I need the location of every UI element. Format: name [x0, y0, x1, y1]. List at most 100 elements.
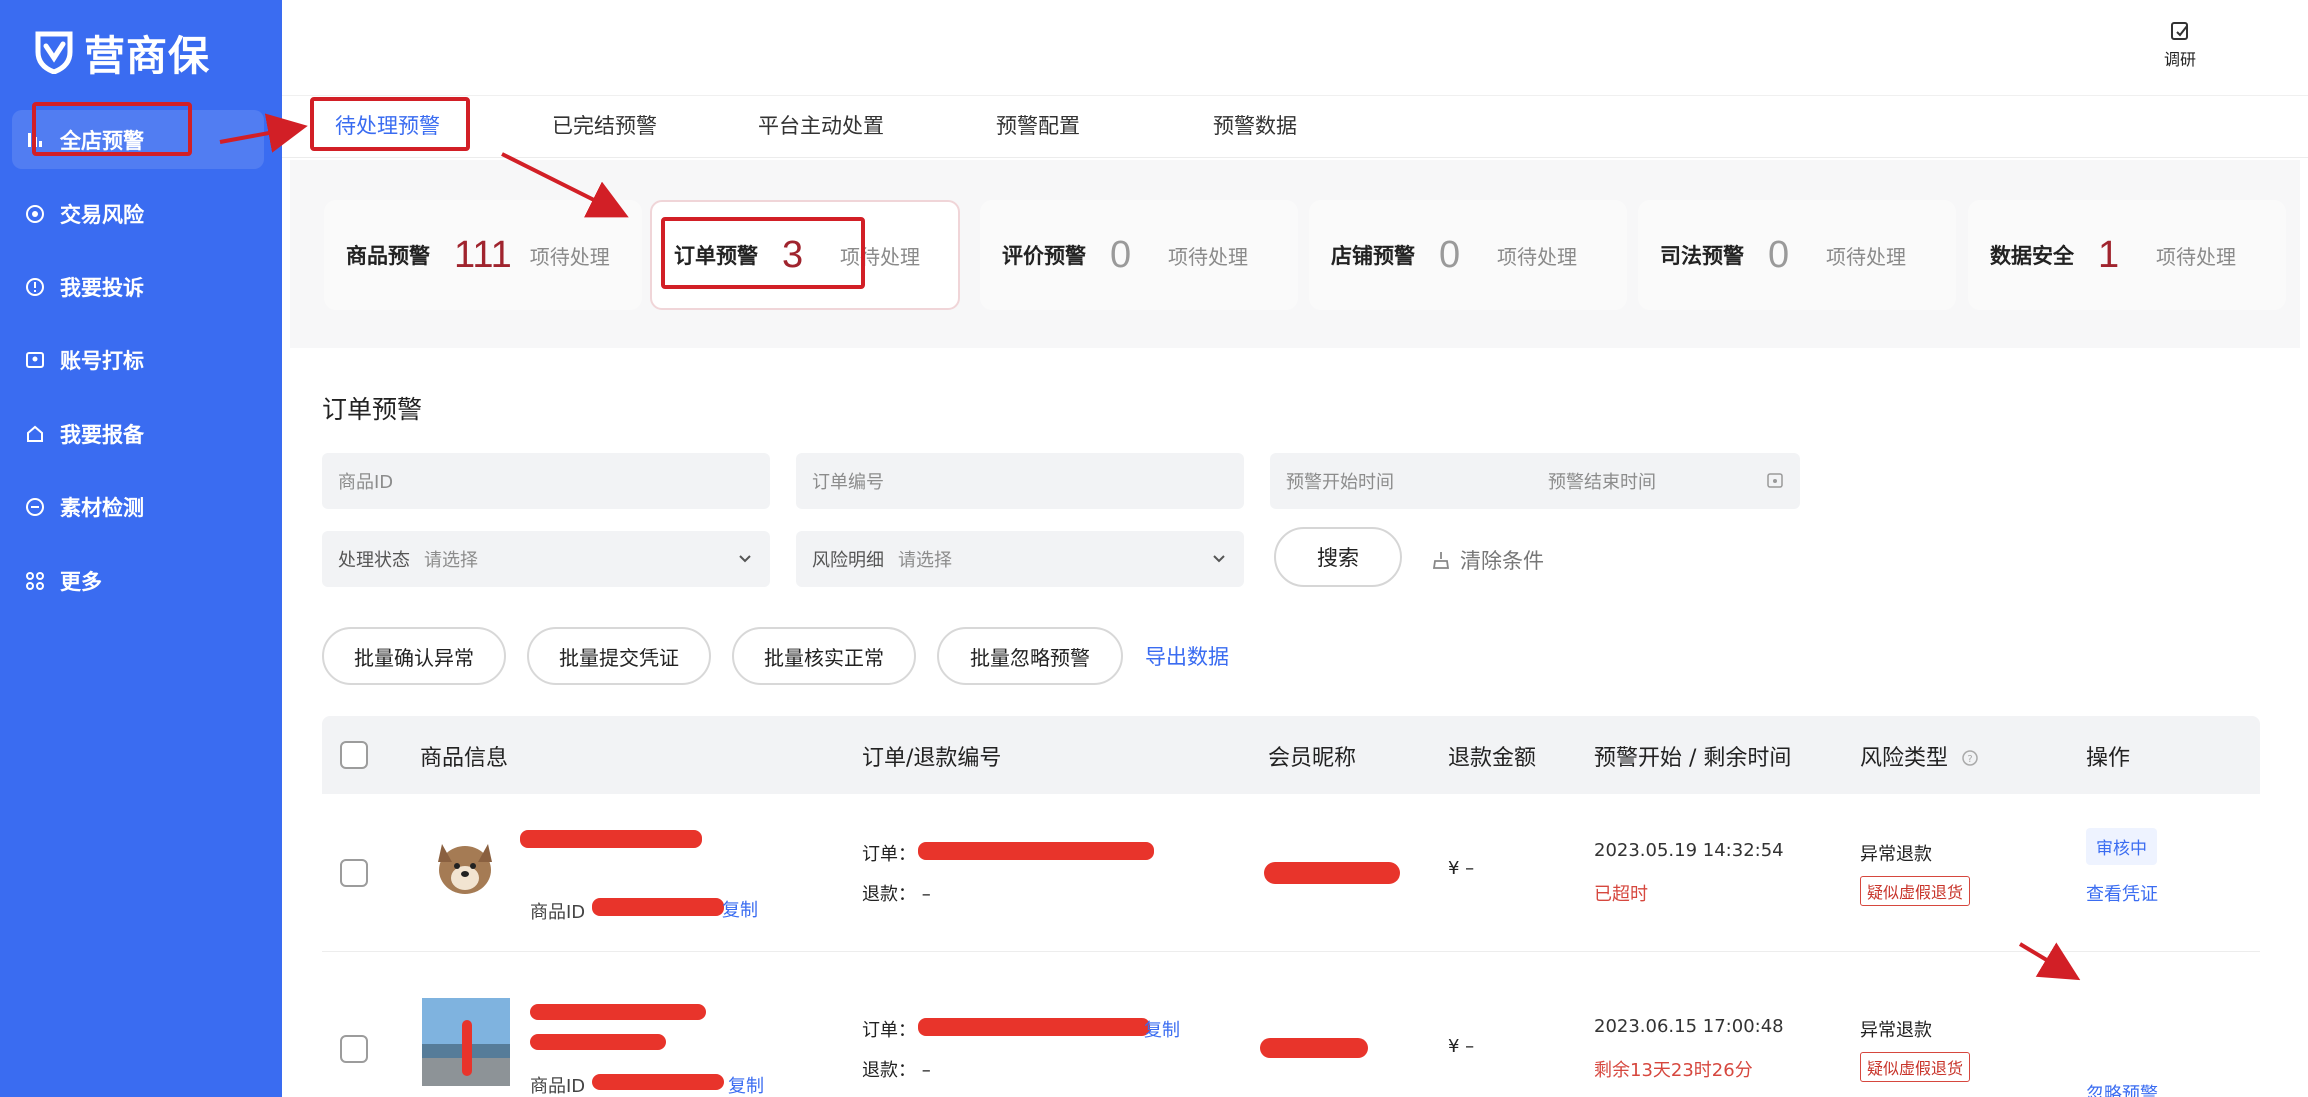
sidebar: 营商保 全店预警 交易风险 我要投诉 账号打标 我要报备 素材检测 更多: [0, 0, 282, 1097]
sidebar-item-label: 素材检测: [60, 495, 144, 520]
refund-amount: ¥ –: [1448, 1036, 1475, 1057]
clear-filters-button[interactable]: 清除条件: [1430, 545, 1544, 575]
card-count: 1: [2098, 233, 2120, 276]
column-header: 订单/退款编号: [862, 746, 1002, 771]
survey-button[interactable]: 调研: [2160, 20, 2200, 70]
product-id-field: 商品ID: [530, 1072, 585, 1097]
store-alert-icon: [24, 129, 46, 151]
row-checkbox[interactable]: [340, 1035, 368, 1063]
product-id-field: 商品ID: [530, 898, 585, 924]
product-thumbnail[interactable]: [422, 998, 510, 1086]
sidebar-item-label: 账号打标: [60, 348, 144, 373]
sidebar-item-more[interactable]: 更多: [0, 551, 282, 610]
view-proof-link[interactable]: 查看凭证: [2086, 880, 2158, 906]
tab-alert-config[interactable]: 预警配置: [996, 110, 1080, 140]
remaining-time: 剩余13天23时26分: [1594, 1060, 1753, 1081]
batch-confirm-abnormal-button[interactable]: 批量确认异常: [322, 627, 506, 685]
table-header: 商品信息 订单/退款编号 会员昵称 退款金额 预警开始 / 剩余时间 风险类型 …: [322, 716, 2260, 794]
transaction-risk-icon: [24, 203, 46, 225]
product-id-label: 商品ID: [530, 1076, 586, 1097]
table-row: 商品ID 复制 订单： 退款： – ¥ – 2023.05.19 14:32:5…: [322, 794, 2260, 952]
sidebar-item-report[interactable]: 我要报备: [0, 404, 282, 463]
order-label: 订单：: [862, 844, 916, 865]
row-checkbox[interactable]: [340, 859, 368, 887]
search-button[interactable]: 搜索: [1274, 527, 1402, 587]
batch-ignore-alert-button[interactable]: 批量忽略预警: [937, 627, 1123, 685]
shield-logo-icon: [35, 31, 73, 74]
card-label: 评价预警: [1002, 244, 1086, 268]
card-review-alert[interactable]: 评价预警 0 项待处理: [980, 200, 1298, 310]
refund-value: –: [921, 884, 931, 905]
complaint-icon: [24, 276, 46, 298]
top-bar: 调研: [282, 0, 2308, 96]
survey-edit-icon: [2171, 22, 2188, 40]
remaining-time: 已超时: [1594, 884, 1648, 905]
sidebar-item-store-alert[interactable]: 全店预警: [12, 110, 264, 169]
sidebar-item-material-check[interactable]: 素材检测: [0, 477, 282, 536]
status-select-label: 处理状态: [338, 550, 410, 571]
clear-filters-label: 清除条件: [1460, 549, 1544, 573]
card-label: 数据安全: [1990, 244, 2074, 268]
table-row: 商品ID 复制 订单： 复制 退款： – ¥ – 2023.06.15 17:0…: [322, 952, 2260, 1097]
batch-verify-normal-button[interactable]: 批量核实正常: [732, 627, 916, 685]
column-header: 会员昵称: [1268, 746, 1357, 771]
batch-submit-proof-button[interactable]: 批量提交凭证: [527, 627, 711, 685]
redacted-product-subtitle: [530, 1034, 666, 1050]
card-suffix: 项待处理: [1497, 244, 1577, 269]
tab-alert-data[interactable]: 预警数据: [1213, 110, 1297, 140]
card-label: 司法预警: [1660, 244, 1744, 268]
card-store-alert[interactable]: 店铺预警 0 项待处理: [1309, 200, 1627, 310]
card-order-alert[interactable]: 订单预警 3 项待处理: [650, 200, 960, 310]
product-thumbnail[interactable]: [432, 832, 498, 898]
tab-completed-alerts[interactable]: 已完结预警: [552, 110, 657, 140]
risk-detail-select[interactable]: 风险明细 请选择: [796, 531, 1244, 587]
alert-start-time: 2023.06.15 17:00:48: [1594, 1016, 1784, 1037]
calendar-icon: [1767, 473, 1783, 488]
card-judicial-alert[interactable]: 司法预警 0 项待处理: [1638, 200, 1956, 310]
broom-icon: [1432, 552, 1450, 569]
product-id-input[interactable]: 商品ID: [322, 453, 770, 509]
more-grid-icon: [24, 570, 46, 592]
select-all-checkbox[interactable]: [340, 741, 368, 769]
copy-product-id-link[interactable]: 复制: [722, 896, 758, 922]
tab-pending-alerts[interactable]: 待处理预警: [335, 110, 440, 140]
svg-text:?: ?: [1967, 754, 1972, 765]
product-id-label: 商品ID: [530, 902, 586, 923]
account-tag-icon: [24, 349, 46, 371]
export-data-link[interactable]: 导出数据: [1145, 641, 1229, 671]
order-number-input[interactable]: 订单编号: [796, 453, 1244, 509]
sidebar-item-account-tag[interactable]: 账号打标: [0, 330, 282, 389]
alert-end-placeholder: 预警结束时间: [1548, 472, 1656, 493]
alert-start-time: 2023.05.19 14:32:54: [1594, 840, 1784, 861]
sidebar-item-label: 更多: [60, 569, 102, 594]
risk-tag: 疑似虚假退货: [1860, 876, 1971, 906]
card-count: 0: [1439, 233, 1461, 276]
sidebar-item-complaint[interactable]: 我要投诉: [0, 257, 282, 316]
card-suffix: 项待处理: [529, 244, 610, 269]
tab-platform-handling[interactable]: 平台主动处置: [758, 110, 884, 140]
column-header: 操作: [2086, 746, 2131, 771]
help-icon[interactable]: ?: [1961, 749, 1979, 767]
risk-tag: 疑似虚假退货: [1860, 1052, 1971, 1082]
copy-order-number-link[interactable]: 复制: [1144, 1016, 1180, 1042]
card-suffix: 项待处理: [1168, 244, 1248, 269]
column-header-risk-type: 风险类型 ?: [1860, 740, 1979, 772]
tab-bar: 待处理预警 已完结预警 平台主动处置 预警配置 预警数据: [282, 96, 2308, 158]
brand-logo[interactable]: 营商保: [34, 22, 210, 82]
sidebar-item-transaction-risk[interactable]: 交易风险: [0, 184, 282, 243]
copy-product-id-link[interactable]: 复制: [728, 1072, 764, 1097]
alert-date-range-picker[interactable]: 预警开始时间 预警结束时间: [1270, 453, 1800, 509]
card-product-alert[interactable]: 商品预警 111 项待处理: [324, 200, 642, 310]
card-suffix: 项待处理: [2156, 244, 2236, 269]
column-header: 退款金额: [1448, 746, 1537, 771]
card-count: 111: [454, 233, 512, 276]
redacted-product-id: [592, 1074, 724, 1090]
ignore-alert-link[interactable]: 忽略预警: [2086, 1080, 2158, 1097]
card-count: 3: [782, 233, 804, 276]
card-data-security[interactable]: 数据安全 1 项待处理: [1968, 200, 2286, 310]
survey-label: 调研: [2163, 50, 2196, 69]
refund-label: 退款：: [862, 1060, 916, 1081]
chevron-down-icon: [1213, 555, 1225, 563]
status-select[interactable]: 处理状态 请选择: [322, 531, 770, 587]
product-id-placeholder: 商品ID: [338, 472, 394, 493]
